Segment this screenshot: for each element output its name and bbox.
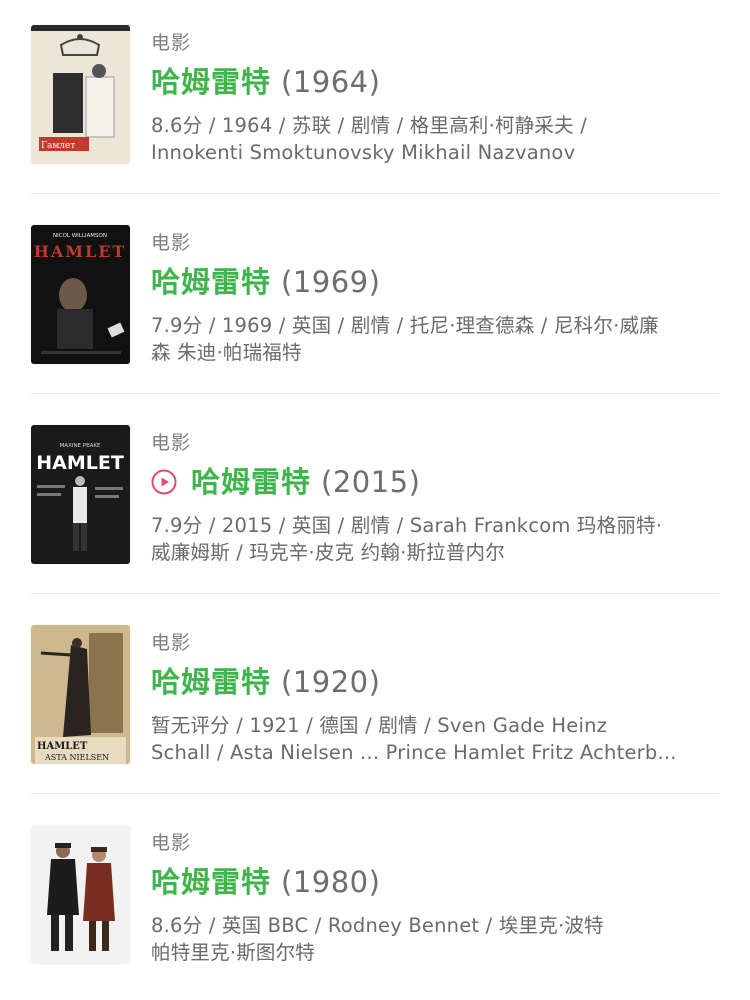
movie-title-name[interactable]: 哈姆雷特	[151, 262, 271, 302]
poster-title-text: HAMLET	[36, 452, 124, 474]
search-results-list: Гамлет 电影 哈姆雷特 (1964) 8.6分 / 1964 / 苏联 /…	[0, 0, 750, 987]
movie-meta: 暂无评分 / 1921 / 德国 / 剧情 / Sven Gade Heinz …	[151, 712, 726, 766]
movie-meta: 8.6分 / 英国 BBC / Rodney Bennet / 埃里克·波特 帕…	[151, 912, 726, 966]
meta-line-1: 暂无评分 / 1921 / 德国 / 剧情 / Sven Gade Heinz	[151, 714, 608, 737]
result-item-1920[interactable]: HAMLET ASTA NIELSEN 电影 哈姆雷特 (1920) 暂无评分 …	[0, 600, 750, 800]
movie-meta: 7.9分 / 1969 / 英国 / 剧情 / 托尼·理查德森 / 尼科尔·威廉…	[151, 312, 726, 366]
movie-title-year: (1969)	[281, 265, 381, 299]
category-label: 电影	[151, 232, 192, 254]
divider	[31, 793, 719, 794]
poster-credit-text: NICOL WILLIAMSON	[53, 233, 107, 239]
meta-line-1: 7.9分 / 1969 / 英国 / 剧情 / 托尼·理查德森 / 尼科尔·威廉	[151, 314, 659, 337]
meta-line-2: 帕特里克·斯图尔特	[151, 941, 315, 964]
movie-title-name[interactable]: 哈姆雷特	[151, 662, 271, 702]
poster-title-text: Гамлет	[41, 141, 75, 151]
result-item-1969[interactable]: NICOL WILLIAMSON HAMLET 电影 哈姆雷特 (1969) 7…	[0, 200, 750, 400]
poster-credit-text: MAXINE PEAKE	[60, 443, 101, 449]
movie-title-year: (1964)	[281, 65, 381, 99]
movie-title[interactable]: 哈姆雷特 (1969)	[151, 262, 380, 302]
category-label: 电影	[151, 632, 192, 654]
poster-title-text: HAMLET	[37, 741, 88, 752]
divider	[31, 593, 719, 594]
movie-title[interactable]: 哈姆雷特 (2015)	[151, 462, 420, 502]
divider	[31, 193, 719, 194]
movie-title-name[interactable]: 哈姆雷特	[151, 62, 271, 102]
poster-title-text: HAMLET	[34, 242, 127, 261]
result-item-1964[interactable]: Гамлет 电影 哈姆雷特 (1964) 8.6分 / 1964 / 苏联 /…	[0, 0, 750, 200]
movie-title-year: (1920)	[281, 665, 381, 699]
movie-title-year: (1980)	[281, 865, 381, 899]
meta-line-2: Schall / Asta Nielsen ... Prince Hamlet …	[151, 741, 677, 764]
movie-title-name[interactable]: 哈姆雷特	[191, 462, 311, 502]
movie-title-name[interactable]: 哈姆雷特	[151, 862, 271, 902]
movie-poster[interactable]: Гамлет	[31, 25, 130, 164]
category-label: 电影	[151, 432, 192, 454]
movie-poster[interactable]: MAXINE PEAKE HAMLET	[31, 425, 130, 564]
category-label: 电影	[151, 32, 192, 54]
meta-line-1: 8.6分 / 1964 / 苏联 / 剧情 / 格里高利·柯静采夫 /	[151, 114, 587, 137]
meta-line-2: 威廉姆斯 / 玛克辛·皮克 约翰·斯拉普内尔	[151, 541, 505, 564]
movie-title-year: (2015)	[321, 465, 421, 499]
category-label: 电影	[151, 832, 192, 854]
movie-title[interactable]: 哈姆雷特 (1920)	[151, 662, 380, 702]
movie-poster[interactable]: HAMLET ASTA NIELSEN	[31, 625, 130, 764]
meta-line-1: 8.6分 / 英国 BBC / Rodney Bennet / 埃里克·波特	[151, 914, 604, 937]
divider	[31, 393, 719, 394]
movie-poster[interactable]	[31, 825, 130, 964]
meta-line-2: 森 朱迪·帕瑞福特	[151, 341, 302, 364]
play-icon[interactable]	[151, 469, 177, 495]
movie-meta: 7.9分 / 2015 / 英国 / 剧情 / Sarah Frankcom 玛…	[151, 512, 726, 566]
movie-title[interactable]: 哈姆雷特 (1964)	[151, 62, 380, 102]
movie-meta: 8.6分 / 1964 / 苏联 / 剧情 / 格里高利·柯静采夫 / Inno…	[151, 112, 726, 166]
result-item-2015[interactable]: MAXINE PEAKE HAMLET 电影 哈姆雷特 (2015) 7.9分	[0, 400, 750, 600]
meta-line-2: Innokenti Smoktunovsky Mikhail Nazvanov	[151, 141, 576, 164]
meta-line-1: 7.9分 / 2015 / 英国 / 剧情 / Sarah Frankcom 玛…	[151, 514, 663, 537]
movie-poster[interactable]: NICOL WILLIAMSON HAMLET	[31, 225, 130, 364]
movie-title[interactable]: 哈姆雷特 (1980)	[151, 862, 380, 902]
poster-credit-text: ASTA NIELSEN	[44, 753, 109, 762]
result-item-1980[interactable]: 电影 哈姆雷特 (1980) 8.6分 / 英国 BBC / Rodney Be…	[0, 800, 750, 1000]
